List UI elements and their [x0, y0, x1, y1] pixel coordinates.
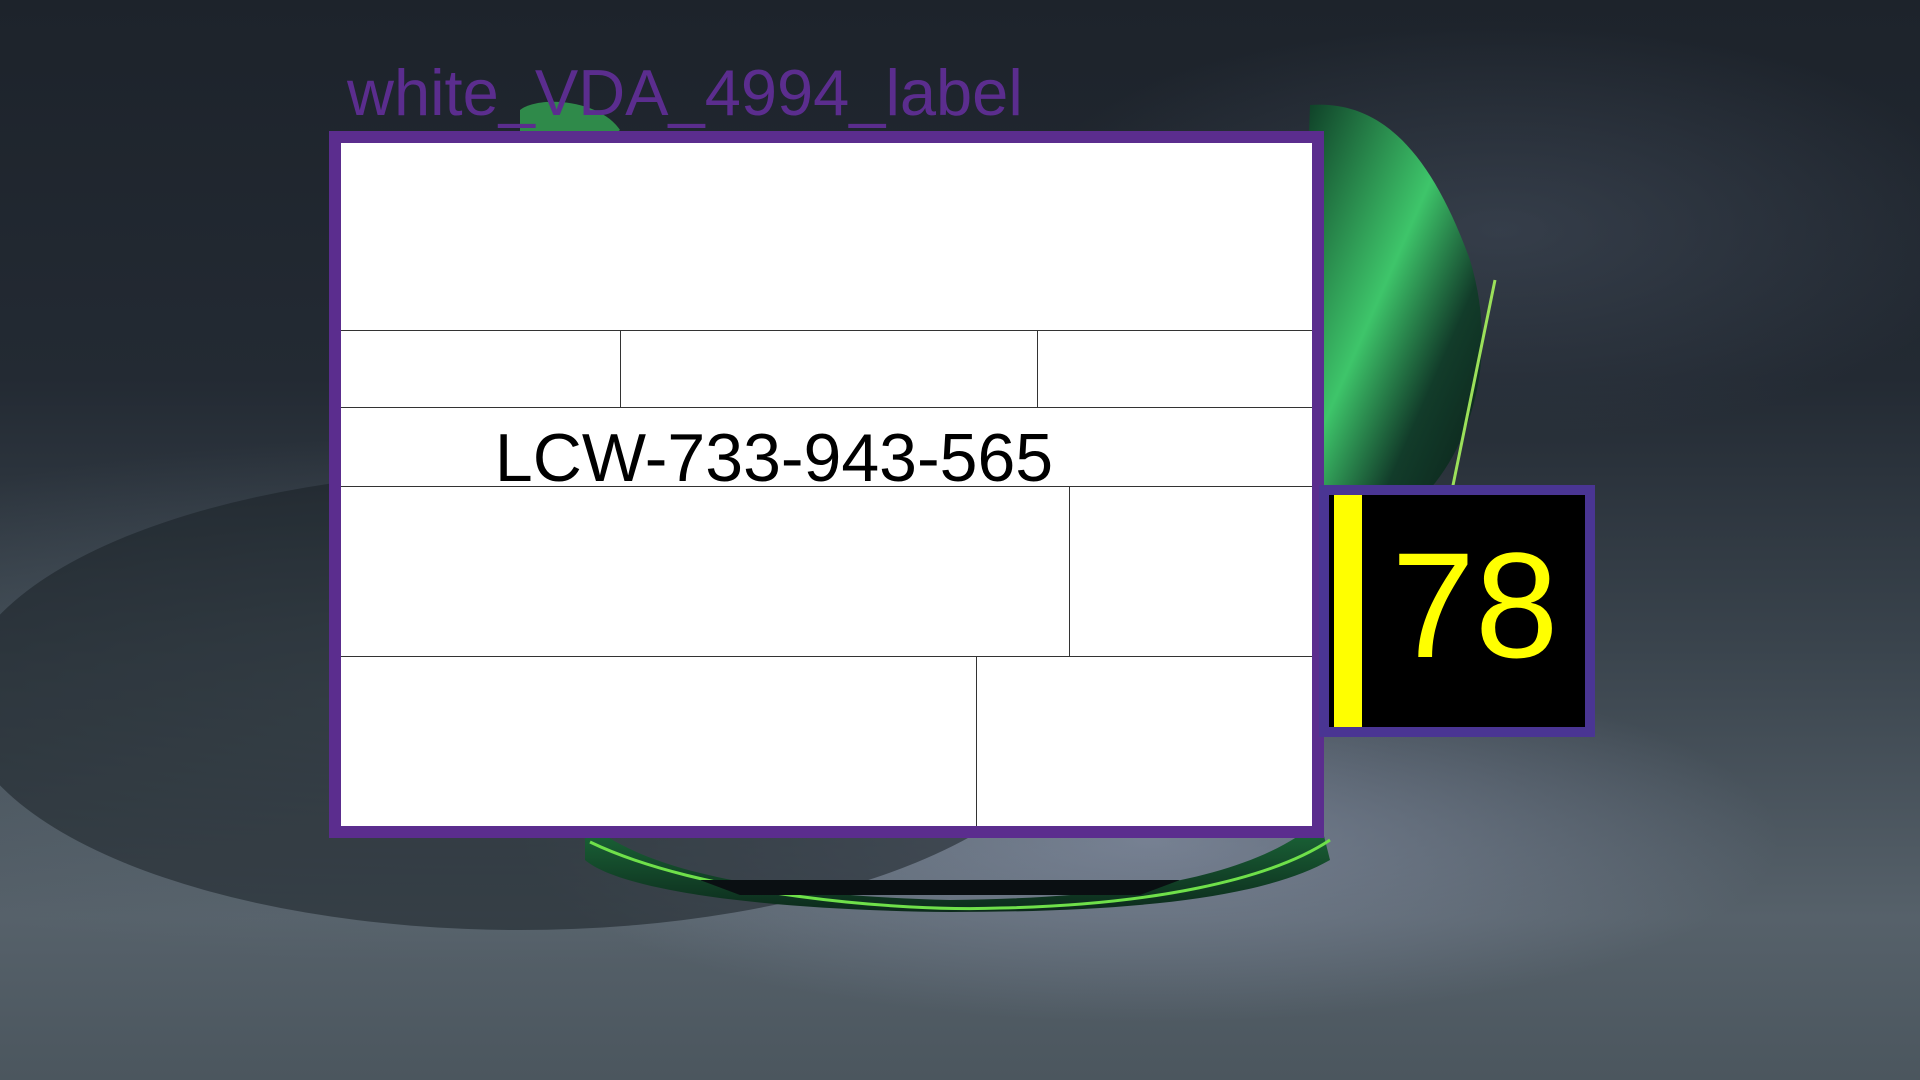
label-row-divider — [341, 656, 1312, 657]
label-column-divider — [620, 330, 621, 407]
label-row-divider — [341, 407, 1312, 408]
label-caption: white_VDA_4994_label — [347, 56, 1023, 129]
shipping-label: LCW-733-943-565 — [329, 131, 1324, 838]
label-code: LCW-733-943-565 — [494, 420, 1054, 496]
label-column-divider — [1037, 330, 1038, 407]
car-door-right — [1300, 104, 1482, 521]
badge-accent-stripe — [1334, 495, 1362, 727]
car-splitter — [700, 880, 1180, 895]
scene: white_VDA_4994_label LCW-733-943-565 78 — [0, 0, 1920, 1080]
label-row-divider — [341, 330, 1312, 331]
label-column-divider — [976, 656, 977, 826]
label-column-divider — [1069, 486, 1070, 656]
label-grid: LCW-733-943-565 — [341, 143, 1312, 826]
number-badge: 78 — [1319, 485, 1595, 737]
badge-number: 78 — [1391, 521, 1559, 689]
